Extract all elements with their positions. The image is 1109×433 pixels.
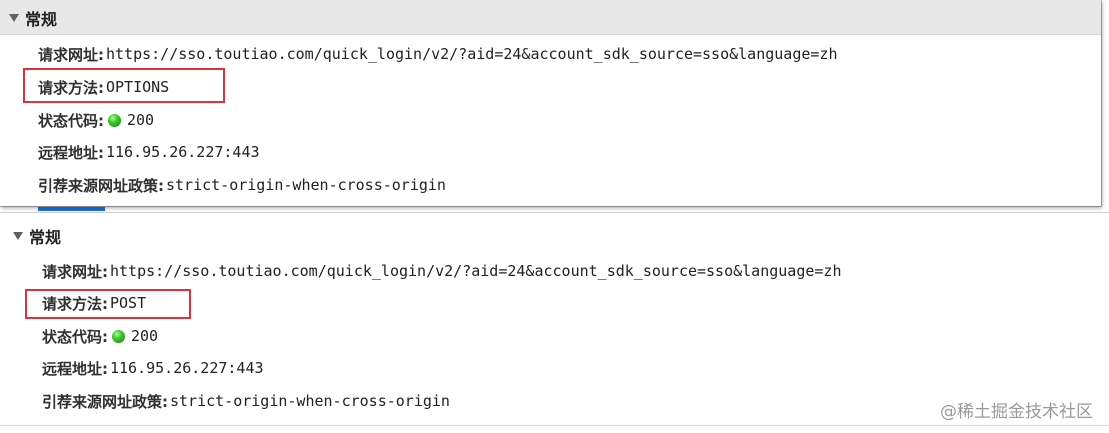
status-success-icon [108,113,121,127]
section-toggle[interactable]: 常规 [9,7,57,29]
divider [0,212,1109,213]
remote-address-label: 远程地址: [38,143,104,162]
status-code-value[interactable]: 200 [127,111,154,129]
general-panel-options: 常规 请求网址: https://sso.toutiao.com/quick_l… [0,0,1101,206]
watermark: @稀土掘金技术社区 [940,402,1093,422]
request-url-row: 请求网址: https://sso.toutiao.com/quick_logi… [42,259,842,283]
section-toggle[interactable]: 常规 [13,225,61,247]
remote-address-value[interactable]: 116.95.26.227:443 [110,359,264,377]
request-url-row: 请求网址: https://sso.toutiao.com/quick_logi… [38,42,838,66]
request-url-value[interactable]: https://sso.toutiao.com/quick_login/v2/?… [110,262,842,280]
referrer-policy-row: 引荐来源网址政策: strict-origin-when-cross-origi… [42,389,450,413]
request-url-label: 请求网址: [38,45,104,64]
method-highlight-box [23,68,225,103]
general-section-header[interactable]: 常规 [0,0,1101,35]
remote-address-row: 远程地址: 116.95.26.227:443 [42,356,264,380]
status-code-row: 状态代码: 200 [42,324,158,348]
referrer-policy-label: 引荐来源网址政策: [42,392,168,411]
status-code-label: 状态代码: [38,111,104,130]
active-tab-indicator [38,207,105,211]
remote-address-label: 远程地址: [42,359,108,378]
collapse-triangle-icon[interactable] [13,232,23,240]
referrer-policy-value[interactable]: strict-origin-when-cross-origin [166,176,446,194]
request-url-value[interactable]: https://sso.toutiao.com/quick_login/v2/?… [106,45,838,63]
method-highlight-box [25,289,191,319]
status-code-label: 状态代码: [42,327,108,346]
divider [0,425,1109,426]
collapse-triangle-icon[interactable] [9,14,19,22]
section-title: 常规 [25,10,58,29]
status-success-icon [112,329,125,343]
status-code-value[interactable]: 200 [131,327,158,345]
referrer-policy-value[interactable]: strict-origin-when-cross-origin [170,392,450,410]
referrer-policy-label: 引荐来源网址政策: [38,176,164,195]
request-url-label: 请求网址: [42,262,108,281]
section-title: 常规 [29,228,62,247]
remote-address-value[interactable]: 116.95.26.227:443 [106,143,260,161]
remote-address-row: 远程地址: 116.95.26.227:443 [38,140,260,164]
status-code-row: 状态代码: 200 [38,108,154,132]
referrer-policy-row: 引荐来源网址政策: strict-origin-when-cross-origi… [38,173,446,197]
